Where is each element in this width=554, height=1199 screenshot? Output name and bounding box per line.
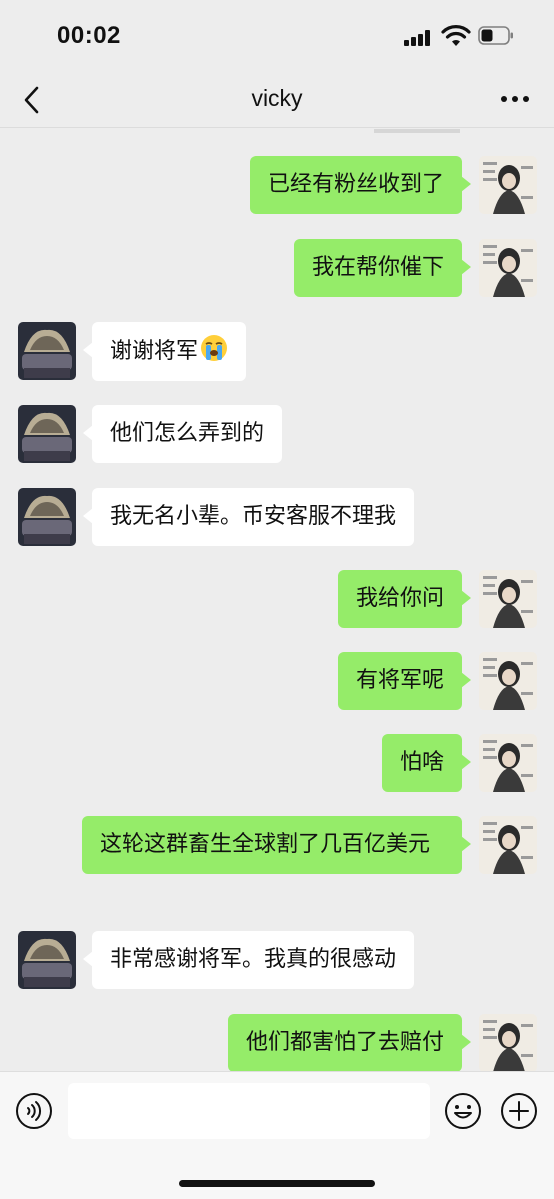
wifi-icon xyxy=(441,25,471,46)
message-bubble[interactable]: 有将军呢 xyxy=(337,652,472,710)
message-bubble[interactable]: 这轮这群畜生全球割了几百亿美元 xyxy=(82,816,471,874)
battery-icon xyxy=(478,26,513,45)
message-bubble[interactable]: 我在帮你催下 xyxy=(293,239,472,297)
message-bubble[interactable]: 他们怎么弄到的 xyxy=(82,405,283,463)
ellipsis-icon[interactable] xyxy=(498,84,532,114)
message-bubble[interactable]: 非常感谢将军。我真的很感动 xyxy=(82,931,415,989)
plus-icon[interactable] xyxy=(500,1092,538,1130)
status-bar: 00:02 xyxy=(0,0,554,72)
partial-image-top xyxy=(374,129,460,133)
message-list[interactable]: 已经有粉丝收到了 我在帮你催下 谢谢将军 他们怎么弄到的 我无名小辈。币安客服不… xyxy=(0,129,554,1071)
message-bubble[interactable]: 已经有粉丝收到了 xyxy=(249,156,472,214)
avatar-self[interactable] xyxy=(479,239,537,297)
message-bubble[interactable]: 我给你问 xyxy=(337,570,472,628)
loudly-crying-face-emoji xyxy=(201,335,228,361)
avatar-contact[interactable] xyxy=(18,931,76,989)
cellular-signal-icon xyxy=(404,30,434,46)
chat-screen: 00:02 vicky 已经有粉丝收到了 我在帮你催下 谢谢将军 他们怎么弄到的… xyxy=(0,0,554,1199)
chat-title: vicky xyxy=(251,85,303,111)
input-bar xyxy=(0,1071,554,1199)
avatar-self[interactable] xyxy=(479,1014,537,1071)
avatar-self[interactable] xyxy=(479,734,537,792)
message-bubble[interactable]: 怕啥 xyxy=(381,734,472,792)
message-input[interactable] xyxy=(68,1083,430,1139)
voice-icon[interactable] xyxy=(15,1092,53,1130)
avatar-self[interactable] xyxy=(479,652,537,710)
avatar-contact[interactable] xyxy=(18,405,76,463)
avatar-self[interactable] xyxy=(479,570,537,628)
message-bubble[interactable]: 谢谢将军 xyxy=(82,322,247,381)
emoji-icon[interactable] xyxy=(444,1092,482,1130)
message-text: 谢谢将军 xyxy=(110,339,199,364)
status-time: 00:02 xyxy=(57,22,121,49)
nav-bar: vicky xyxy=(0,72,554,128)
avatar-self[interactable] xyxy=(479,816,537,874)
message-bubble[interactable]: 我无名小辈。币安客服不理我 xyxy=(82,488,415,546)
avatar-contact[interactable] xyxy=(18,488,76,546)
avatar-contact[interactable] xyxy=(18,322,76,380)
home-indicator xyxy=(179,1180,375,1187)
message-bubble[interactable]: 他们都害怕了去赔付 xyxy=(227,1014,472,1071)
avatar-self[interactable] xyxy=(479,156,537,214)
